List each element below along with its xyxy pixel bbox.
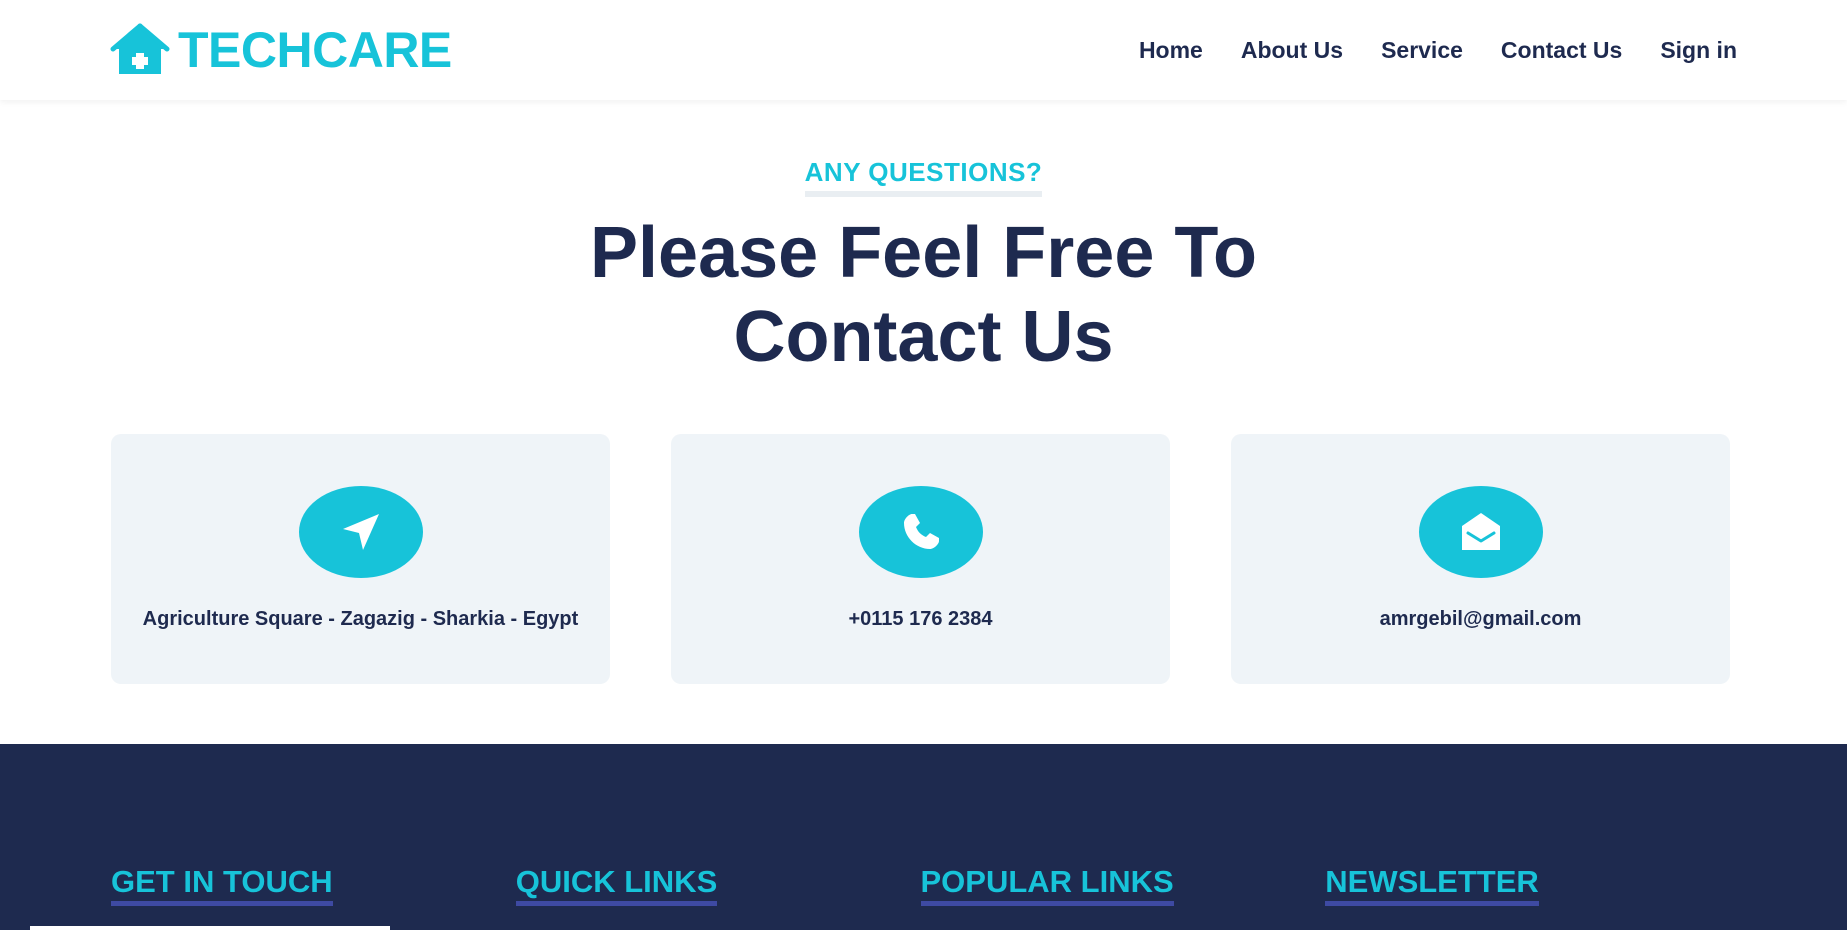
- nav-about-us[interactable]: About Us: [1241, 37, 1343, 64]
- house-medical-icon: [110, 23, 170, 74]
- nav-service[interactable]: Service: [1381, 37, 1463, 64]
- email-text[interactable]: amrgebil@gmail.com: [1380, 608, 1582, 631]
- site-header: TECHCARE Home About Us Service Contact U…: [0, 0, 1847, 100]
- footer-columns: GET IN TOUCH QUICK LINKS POPULAR LINKS N…: [111, 866, 1730, 906]
- footer-col-quick-links: QUICK LINKS: [515, 866, 921, 906]
- title-line-1: Please Feel Free To: [590, 212, 1257, 293]
- page-title: Please Feel Free To Contact Us: [0, 211, 1847, 379]
- footer-title-popular-links: POPULAR LINKS: [920, 866, 1174, 906]
- section-kicker: ANY QUESTIONS?: [804, 158, 1043, 197]
- contact-heading: ANY QUESTIONS? Please Feel Free To Conta…: [0, 158, 1847, 379]
- location-arrow-icon: [342, 514, 379, 550]
- footer-divider-strip: [30, 926, 390, 930]
- icon-badge: [1418, 486, 1543, 578]
- title-line-2: Contact Us: [733, 296, 1114, 377]
- footer-title-newsletter: NEWSLETTER: [1325, 866, 1539, 906]
- brand-logo[interactable]: TECHCARE: [110, 23, 452, 77]
- address-text: Agriculture Square - Zagazig - Sharkia -…: [142, 608, 579, 630]
- nav-sign-in[interactable]: Sign in: [1660, 37, 1737, 64]
- nav-contact-us[interactable]: Contact Us: [1501, 37, 1622, 64]
- main-nav: Home About Us Service Contact Us Sign in: [1139, 37, 1737, 64]
- envelope-open-icon: [1461, 513, 1500, 550]
- brand-name: TECHCARE: [178, 22, 452, 78]
- footer-col-popular-links: POPULAR LINKS: [920, 866, 1326, 906]
- icon-badge: [298, 486, 423, 578]
- email-card: amrgebil@gmail.com: [1231, 434, 1730, 684]
- footer-title-quick-links: QUICK LINKS: [515, 866, 718, 906]
- phone-icon: [903, 514, 939, 549]
- icon-badge: [858, 486, 983, 578]
- footer-col-get-in-touch: GET IN TOUCH: [111, 866, 516, 906]
- phone-text[interactable]: +0115 176 2384: [848, 608, 992, 631]
- site-footer: GET IN TOUCH QUICK LINKS POPULAR LINKS N…: [0, 744, 1847, 930]
- footer-col-newsletter: NEWSLETTER: [1325, 866, 1730, 906]
- nav-home[interactable]: Home: [1139, 37, 1203, 64]
- phone-card: +0115 176 2384: [671, 434, 1170, 684]
- footer-title-get-in-touch: GET IN TOUCH: [111, 866, 333, 906]
- address-card: Agriculture Square - Zagazig - Sharkia -…: [111, 434, 610, 684]
- contact-cards: Agriculture Square - Zagazig - Sharkia -…: [111, 434, 1730, 684]
